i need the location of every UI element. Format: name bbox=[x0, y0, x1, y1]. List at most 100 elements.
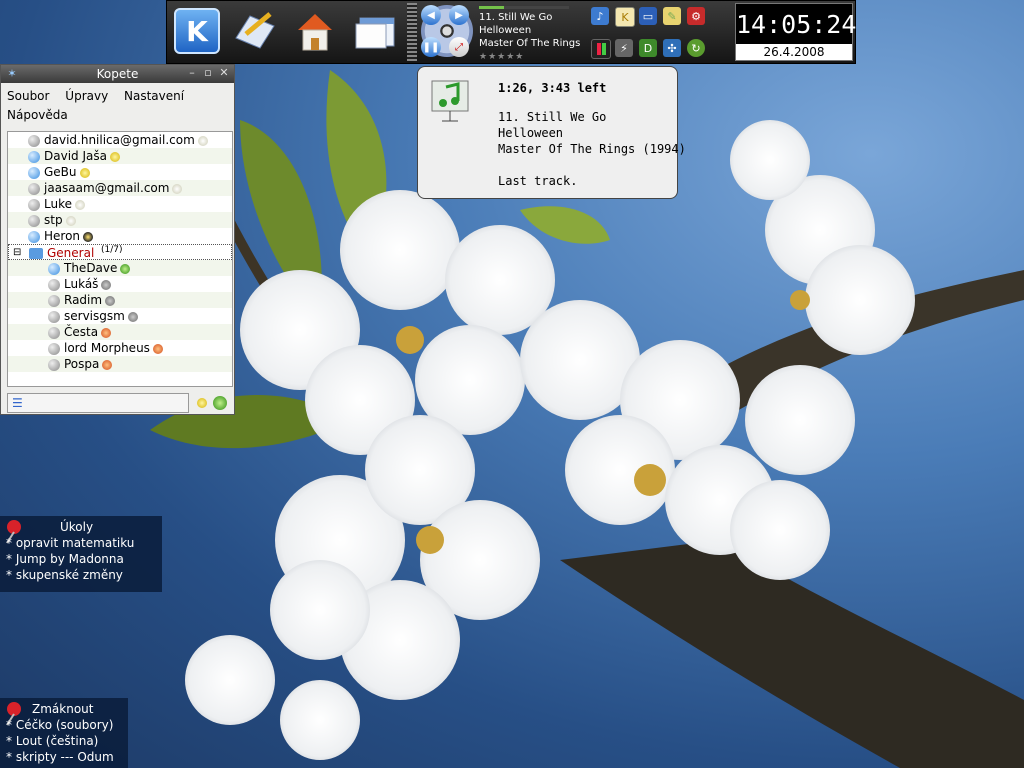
network-icon[interactable]: ⚙ bbox=[687, 7, 705, 25]
status-icon bbox=[127, 311, 138, 322]
previous-button[interactable]: ◀ bbox=[421, 5, 441, 25]
contact-entry: David Jaša bbox=[28, 148, 120, 164]
contact-row[interactable]: stp bbox=[8, 212, 232, 228]
group-row-general[interactable]: ⊟ General (1/7) bbox=[8, 244, 232, 260]
popup-album: Master Of The Rings (1994) bbox=[498, 142, 686, 156]
contact-row[interactable]: TheDave bbox=[8, 260, 232, 276]
contact-row[interactable]: david.hnilica@gmail.com bbox=[8, 132, 232, 148]
klipper-icon[interactable]: K bbox=[615, 7, 635, 27]
home-folder-launcher[interactable] bbox=[289, 5, 341, 57]
contact-entry: david.hnilica@gmail.com bbox=[28, 132, 208, 148]
update-icon[interactable]: ↻ bbox=[687, 39, 705, 57]
contact-avatar-icon bbox=[48, 294, 60, 307]
contact-avatar-icon bbox=[28, 150, 40, 163]
contact-row[interactable]: David Jaša bbox=[8, 148, 232, 164]
group-name: General bbox=[47, 246, 95, 260]
contact-name: Lukáš bbox=[64, 277, 99, 291]
popup-artist: Helloween bbox=[498, 126, 564, 140]
network-monitor-icon[interactable]: ✣ bbox=[663, 39, 681, 57]
contact-row[interactable]: GeBu bbox=[8, 164, 232, 180]
panel-handle[interactable] bbox=[407, 3, 417, 61]
contact-avatar-icon bbox=[28, 134, 40, 147]
status-icon bbox=[101, 279, 112, 290]
window-titlebar[interactable]: ✶ Kopete – ▫ ✕ bbox=[1, 65, 234, 83]
contact-row[interactable]: Lukáš bbox=[8, 276, 232, 292]
pause-button[interactable]: ❚❚ bbox=[421, 37, 441, 57]
close-icon[interactable]: ✕ bbox=[217, 66, 231, 80]
menu-napoveda[interactable]: Nápověda bbox=[7, 108, 68, 122]
battery-icon[interactable] bbox=[591, 39, 611, 59]
maximize-icon[interactable]: ▫ bbox=[201, 66, 215, 80]
clock[interactable]: 14:05:24 26.4.2008 bbox=[735, 3, 856, 61]
plug-icon[interactable]: ⚡ bbox=[615, 39, 633, 57]
display-icon[interactable]: ▭ bbox=[639, 7, 657, 25]
window-title: Kopete bbox=[96, 67, 139, 81]
contact-row[interactable]: Pospa bbox=[8, 356, 232, 372]
fullscreen-icon[interactable]: ⤢ bbox=[449, 37, 469, 57]
note-ukoly[interactable]: Úkoly * opravit matematiku * Jump by Mad… bbox=[0, 516, 162, 592]
contact-avatar-icon bbox=[48, 310, 60, 323]
contact-name: stp bbox=[44, 213, 63, 227]
popup-time: 1:26, 3:43 left bbox=[498, 81, 607, 95]
next-button[interactable]: ▶ bbox=[449, 5, 469, 25]
contact-row[interactable]: jaasaam@gmail.com bbox=[8, 180, 232, 196]
collapse-icon[interactable]: ⊟ bbox=[13, 245, 21, 261]
minimize-icon[interactable]: – bbox=[185, 66, 199, 80]
contact-name: Česta bbox=[64, 325, 99, 339]
volume-icon[interactable]: ♪ bbox=[591, 7, 609, 25]
rating-stars[interactable]: ★★★★★ bbox=[479, 52, 524, 62]
menubar: Soubor Úpravy Nastavení Nápověda bbox=[1, 83, 234, 125]
contact-avatar-icon bbox=[48, 342, 60, 355]
status-icon bbox=[102, 359, 113, 370]
contact-row[interactable]: Česta bbox=[8, 324, 232, 340]
kopete-window: ✶ Kopete – ▫ ✕ Soubor Úpravy Nastavení N… bbox=[0, 64, 235, 415]
track-progress-bar bbox=[479, 6, 569, 9]
contact-entry: Radim bbox=[48, 292, 116, 308]
status-message-field[interactable]: ☰ bbox=[7, 393, 189, 413]
contact-entry: stp bbox=[28, 212, 76, 228]
contact-row[interactable]: Luke bbox=[8, 196, 232, 212]
contact-entry: jaasaam@gmail.com bbox=[28, 180, 183, 196]
contact-row[interactable]: lord Morpheus bbox=[8, 340, 232, 356]
contact-avatar-icon bbox=[28, 214, 40, 227]
contact-name: David Jaša bbox=[44, 149, 107, 163]
kde-menu-button[interactable]: K bbox=[171, 5, 223, 57]
notes-icon[interactable]: ✎ bbox=[663, 7, 681, 25]
contact-row[interactable]: servisgsm bbox=[8, 308, 232, 324]
text-editor-launcher[interactable] bbox=[229, 5, 281, 57]
note-item: * skripty --- Odum bbox=[6, 750, 114, 764]
contact-entry: lord Morpheus bbox=[48, 340, 163, 356]
clock-date: 26.4.2008 bbox=[736, 44, 852, 60]
contact-entry: TheDave bbox=[48, 260, 131, 276]
status-icon bbox=[197, 135, 208, 146]
contact-row[interactable]: Radim bbox=[8, 292, 232, 308]
contact-name: Pospa bbox=[64, 357, 100, 371]
contact-name: david.hnilica@gmail.com bbox=[44, 133, 195, 147]
menu-upravy[interactable]: Úpravy bbox=[65, 89, 108, 103]
contact-name: GeBu bbox=[44, 165, 77, 179]
status-bulb-icon[interactable] bbox=[193, 393, 211, 413]
contact-name: lord Morpheus bbox=[64, 341, 150, 355]
contact-entry: GeBu bbox=[28, 164, 90, 180]
kopete-app-icon[interactable]: ✶ bbox=[5, 67, 19, 81]
kicker-panel: K ◀ ▶ ❚❚ ⤢ 11. Still We Go Helloween Mas… bbox=[166, 0, 856, 64]
menu-soubor[interactable]: Soubor bbox=[7, 89, 49, 103]
status-online-icon[interactable] bbox=[211, 393, 229, 413]
contact-name: Radim bbox=[64, 293, 103, 307]
note-zmaknout[interactable]: Zmáknout * Céčko (soubory) * Lout (češti… bbox=[0, 698, 128, 768]
contact-avatar-icon bbox=[48, 262, 60, 275]
contact-entry: servisgsm bbox=[48, 308, 138, 324]
menu-nastaveni[interactable]: Nastavení bbox=[124, 89, 184, 103]
popup-note: Last track. bbox=[498, 174, 578, 188]
contact-avatar-icon bbox=[28, 182, 40, 195]
status-icon bbox=[152, 343, 163, 354]
player-artist: Helloween bbox=[479, 25, 532, 36]
contact-entry: Česta bbox=[48, 324, 112, 340]
window-list-launcher[interactable] bbox=[349, 5, 401, 57]
status-icon bbox=[74, 199, 85, 210]
contact-entry: Heron bbox=[28, 228, 94, 244]
amarok-applet[interactable]: ◀ ▶ ❚❚ ⤢ 11. Still We Go Helloween Maste… bbox=[419, 3, 580, 62]
status-icon bbox=[120, 263, 131, 274]
kdict-icon[interactable]: D bbox=[639, 39, 657, 57]
contact-list[interactable]: david.hnilica@gmail.com David Jaša GeBu jaa… bbox=[7, 131, 233, 387]
